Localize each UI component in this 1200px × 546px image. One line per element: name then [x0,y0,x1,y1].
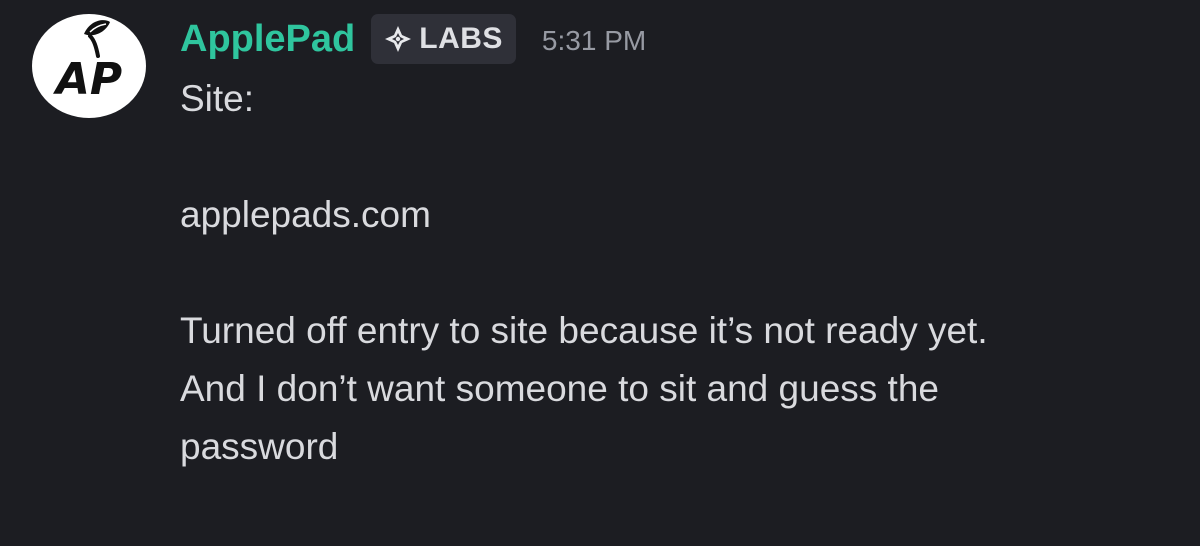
message-line: Site: [180,78,255,119]
message-header: ApplePad LABS 5:31 PM [180,8,646,70]
svg-text:AP: AP [53,54,122,105]
diamond-sparkle-icon [383,24,413,54]
chat-view: AP ApplePad LABS 5:31 PM Site: applepads… [0,0,1200,546]
username[interactable]: ApplePad [180,8,355,70]
timestamp[interactable]: 5:31 PM [542,6,646,72]
server-tag[interactable]: LABS [371,14,516,64]
server-tag-label: LABS [419,22,503,55]
message-line: Turned off entry to site because it’s no… [180,310,988,351]
message-line: password [180,426,339,467]
avatar[interactable]: AP [32,14,146,118]
message-line: And I don’t want someone to sit and gues… [180,368,939,409]
chat-message: AP ApplePad LABS 5:31 PM Site: applepads… [0,0,1200,546]
message-content: Site: applepads.com Turned off entry to … [180,70,1180,476]
applepad-logo: AP [53,20,122,105]
message-link: applepads.com [180,194,431,235]
